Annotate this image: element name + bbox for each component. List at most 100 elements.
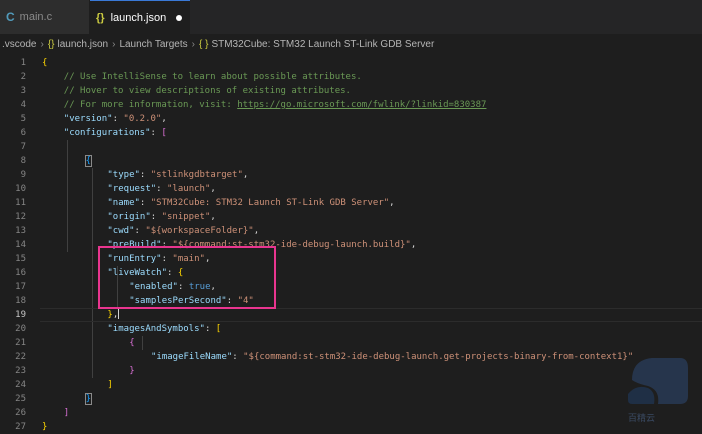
code-token: ] <box>107 380 113 390</box>
code-line[interactable]: 20 "imagesAndSymbols": [ <box>0 322 702 336</box>
line-number: 7 <box>20 142 26 152</box>
code-text: { <box>129 336 134 350</box>
code-line[interactable]: 25} <box>0 392 702 406</box>
code-line[interactable]: 6 "configurations": [ <box>0 126 702 140</box>
code-line[interactable]: 12 "origin": "snippet", <box>0 210 702 224</box>
code-line[interactable]: 2 // Use IntelliSense to learn about poss… <box>0 70 702 84</box>
code-text: "cwd": "${workspaceFolder}", <box>107 224 259 238</box>
code-token: : <box>134 226 146 236</box>
tab-launch-json[interactable]: {} launch.json <box>90 0 190 34</box>
code-token: "STM32Cube: STM32 Launch ST-Link GDB Ser… <box>150 198 390 208</box>
code-token: { <box>42 58 48 68</box>
code-line[interactable]: 19}, <box>0 308 702 322</box>
code-token: "configurations" <box>63 128 151 138</box>
code-token: , <box>253 226 260 236</box>
code-token: , <box>389 198 395 208</box>
code-line[interactable]: 11 "name": "STM32Cube: STM32 Launch ST-Li… <box>0 196 702 210</box>
code-line[interactable]: 24] <box>0 378 702 392</box>
line-number: 13 <box>15 226 26 236</box>
code-text: { <box>42 56 47 70</box>
breadcrumb-item[interactable]: .vscode <box>2 39 36 50</box>
code-editor[interactable]: 1{ 2 // Use IntelliSense to learn about po… <box>0 56 702 433</box>
code-text: } <box>42 420 47 434</box>
code-token: : <box>156 184 168 194</box>
code-token: , <box>210 184 216 194</box>
code-line[interactable]: 3 // Hover to view descriptions of existi… <box>0 84 702 98</box>
code-line[interactable]: 10 "request": "launch", <box>0 182 702 196</box>
line-number: 21 <box>15 338 26 348</box>
code-token: "origin" <box>107 212 151 222</box>
code-token: "request" <box>107 184 157 194</box>
code-token: "snippet" <box>161 212 211 222</box>
line-number: 12 <box>15 212 26 222</box>
code-token: "cwd" <box>107 226 135 236</box>
line-number: 14 <box>15 240 26 250</box>
current-line-highlight <box>40 308 702 322</box>
code-token: , <box>161 114 167 124</box>
code-token: : <box>112 114 124 124</box>
line-number: 10 <box>15 184 26 194</box>
code-token: : <box>139 198 151 208</box>
tab-label: main.c <box>19 11 53 23</box>
chevron-right-icon: › <box>112 38 116 50</box>
code-token: : <box>232 352 244 362</box>
line-number: 2 <box>20 72 26 82</box>
line-number: 26 <box>15 408 26 418</box>
json-braces-icon: {} <box>47 38 55 50</box>
code-line[interactable]: 27} <box>0 420 702 434</box>
code-line[interactable]: 7 <box>0 140 702 154</box>
code-text: ] <box>107 378 112 392</box>
code-token: } <box>42 422 48 432</box>
code-text: // For more information, visit: https://… <box>64 98 487 112</box>
code-token: "imagesAndSymbols" <box>107 324 205 334</box>
text-cursor <box>118 308 120 319</box>
code-text: }, <box>107 308 120 322</box>
breadcrumb-item[interactable]: STM32Cube: STM32 Launch ST-Link GDB Serv… <box>211 39 434 50</box>
chevron-right-icon: › <box>40 38 44 50</box>
line-number: 5 <box>20 114 26 124</box>
unsaved-dot-icon[interactable] <box>176 14 183 21</box>
code-token: : <box>150 128 162 138</box>
line-number: 24 <box>15 380 26 390</box>
code-line[interactable]: 26] <box>0 406 702 420</box>
code-line[interactable]: 9 "type": "stlinkgdbtarget", <box>0 168 702 182</box>
code-line[interactable]: 13 "cwd": "${workspaceFolder}", <box>0 224 702 238</box>
code-text: "imageFileName": "${command:st-stm32-ide… <box>151 350 633 364</box>
line-number: 6 <box>20 128 26 138</box>
line-number: 20 <box>15 324 26 334</box>
code-token: "name" <box>107 198 140 208</box>
code-line[interactable]: 23} <box>0 364 702 378</box>
code-text: "type": "stlinkgdbtarget", <box>107 168 248 182</box>
code-line[interactable]: 21 { <box>0 336 702 350</box>
line-number: 23 <box>15 366 26 376</box>
code-token: "type" <box>107 170 140 180</box>
line-number: 8 <box>20 156 26 166</box>
code-line[interactable]: 5 "version": "0.2.0", <box>0 112 702 126</box>
line-number: 27 <box>15 422 26 432</box>
code-token: : <box>204 324 216 334</box>
code-text: // Use IntelliSense to learn about possi… <box>64 70 362 84</box>
line-number: 19 <box>15 310 26 320</box>
breadcrumb-item[interactable]: launch.json <box>58 39 109 50</box>
line-number: 3 <box>20 86 26 96</box>
code-token: [ <box>161 128 167 138</box>
code-token: } <box>84 393 93 405</box>
code-text: "origin": "snippet", <box>107 210 215 224</box>
code-token: , <box>242 170 249 180</box>
code-line[interactable]: 1{ <box>0 56 702 70</box>
code-token: // Use IntelliSense to learn about possi… <box>63 72 362 82</box>
line-number: 4 <box>20 100 26 110</box>
code-token: ] <box>63 408 70 418</box>
code-line[interactable]: 8{ <box>0 154 702 168</box>
code-line[interactable]: 4 // For more information, visit: https:/… <box>0 98 702 112</box>
code-token: // For more information, visit: <box>63 100 238 110</box>
breadcrumb-item[interactable]: Launch Targets <box>119 39 187 50</box>
tab-main-c[interactable]: C main.c <box>0 0 90 34</box>
code-line[interactable]: 22 "imageFileName": "${command:st-stm32-i… <box>0 350 702 364</box>
code-token: https://go.microsoft.com/fwlink/?linkid=… <box>237 100 487 110</box>
code-text: // Hover to view descriptions of existin… <box>64 84 351 98</box>
c-file-icon: C <box>6 10 15 24</box>
code-token: "${command:st-stm32-ide-debug-launch.get… <box>243 352 634 362</box>
line-number: 18 <box>15 296 26 306</box>
code-token: [ <box>215 324 222 334</box>
